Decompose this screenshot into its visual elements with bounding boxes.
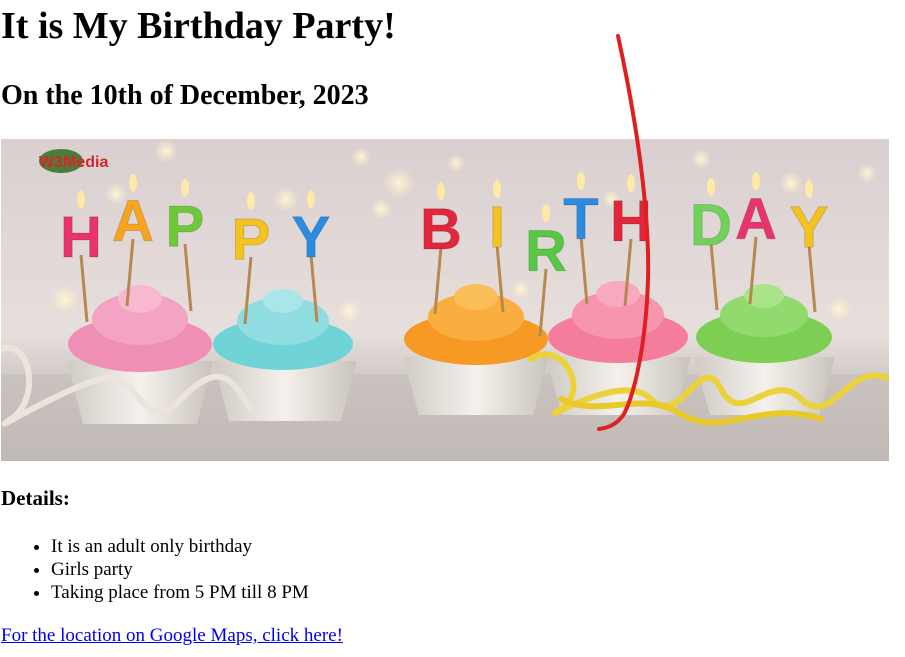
birthday-banner-image: W3Media H A P P Y B I R T H D A Y xyxy=(1,139,889,461)
candle-letter: T xyxy=(563,187,598,252)
list-item: Girls party xyxy=(51,558,309,581)
details-list: It is an adult only birthday Girls party… xyxy=(0,535,309,604)
candle-letter: P xyxy=(166,194,205,259)
candle-letter: P xyxy=(232,207,271,272)
candle-letter: A xyxy=(735,187,777,252)
google-maps-link[interactable]: For the location on Google Maps, click h… xyxy=(1,624,343,647)
candle-letter: Y xyxy=(292,205,331,270)
page: It is My Birthday Party! On the 10th of … xyxy=(0,0,905,657)
candle-letter: I xyxy=(489,195,505,260)
candle-letter: H xyxy=(610,189,652,254)
candle-letter: Y xyxy=(790,195,829,260)
list-item: It is an adult only birthday xyxy=(51,535,309,558)
svg-text:W3Media: W3Media xyxy=(39,154,108,171)
event-date-heading: On the 10th of December, 2023 xyxy=(1,80,369,111)
list-item: Taking place from 5 PM till 8 PM xyxy=(51,581,309,604)
candle-letter: B xyxy=(420,197,462,262)
candle-letter: A xyxy=(112,189,154,254)
candle-letter: R xyxy=(525,219,567,284)
candle-letter: H xyxy=(60,205,102,270)
page-title: It is My Birthday Party! xyxy=(1,5,396,47)
candle-letter: D xyxy=(690,193,732,258)
details-heading: Details: xyxy=(1,486,70,510)
